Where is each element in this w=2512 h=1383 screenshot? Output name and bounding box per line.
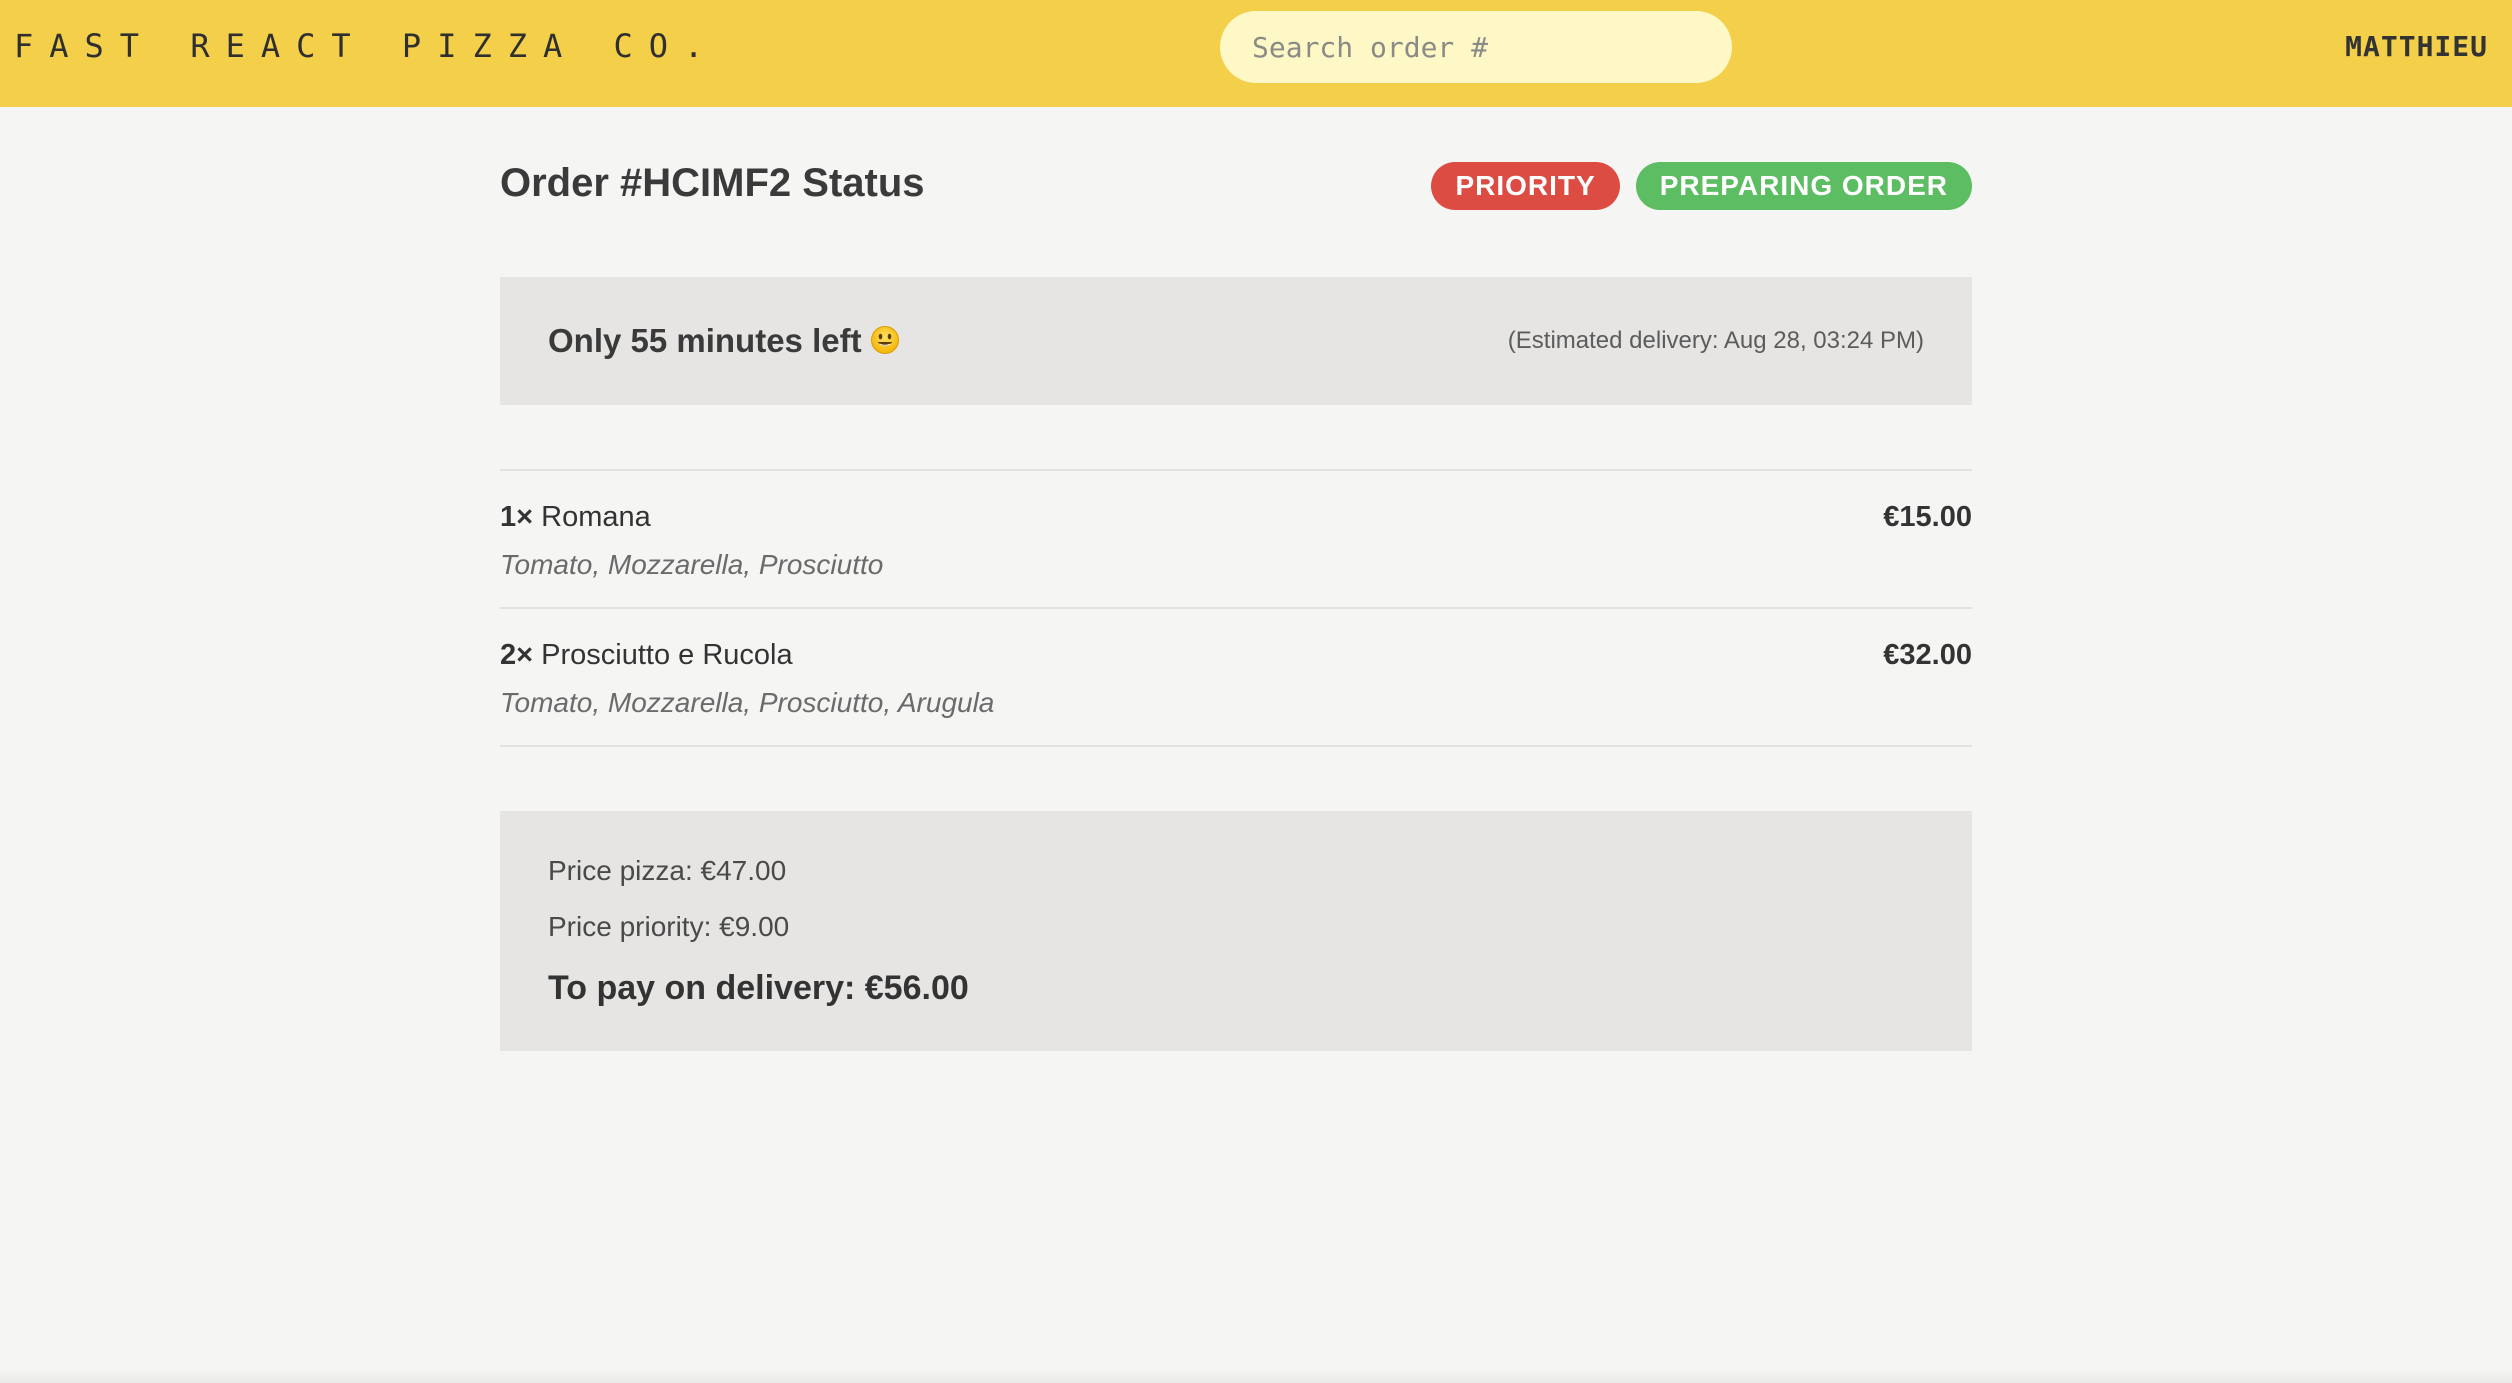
time-left-label: Only 55 minutes left — [548, 322, 862, 359]
order-title-row: Order #HCIMF2 Status PRIORITY PREPARING … — [500, 107, 1972, 277]
list-item: 1× Romana €15.00 Tomato, Mozzarella, Pro… — [500, 471, 1972, 609]
item-quantity: 1× — [500, 501, 534, 533]
smiley-face-icon — [870, 326, 899, 354]
search-order-input[interactable] — [1220, 11, 1732, 83]
username: MATTHIEU — [2345, 30, 2488, 63]
order-badges: PRIORITY PREPARING ORDER — [1431, 162, 1972, 210]
order-page: Order #HCIMF2 Status PRIORITY PREPARING … — [500, 107, 1972, 1051]
item-title: 1× Romana — [500, 499, 651, 535]
item-ingredients: Tomato, Mozzarella, Prosciutto, Arugula — [500, 687, 995, 718]
status-badge: PREPARING ORDER — [1635, 162, 1972, 210]
price-pizza-text: Price pizza: €47.00 — [548, 855, 787, 886]
item-name: Romana — [541, 501, 651, 533]
estimated-delivery-text: (Estimated delivery: Aug 28, 03:24 PM) — [1507, 327, 1924, 354]
order-totals-panel: Price pizza: €47.00 Price priority: €9.0… — [500, 811, 1972, 1051]
delivery-eta-panel: Only 55 minutes left (Estimated delivery… — [500, 277, 1972, 405]
priority-badge: PRIORITY — [1431, 162, 1620, 210]
to-pay-text: To pay on delivery: €56.00 — [548, 969, 969, 1007]
logo-link[interactable]: FAST REACT PIZZA CO. — [14, 28, 719, 64]
list-item: 2× Prosciutto e Rucola €32.00 Tomato, Mo… — [500, 609, 1972, 747]
item-price: €32.00 — [1883, 639, 1972, 671]
item-ingredients: Tomato, Mozzarella, Prosciutto — [500, 549, 884, 580]
item-name: Prosciutto e Rucola — [541, 639, 793, 671]
item-quantity: 2× — [500, 639, 534, 671]
app-header: FAST REACT PIZZA CO. MATTHIEU — [0, 0, 2512, 107]
order-items-list: 1× Romana €15.00 Tomato, Mozzarella, Pro… — [500, 469, 1972, 747]
item-price: €15.00 — [1883, 501, 1972, 533]
price-priority-text: Price priority: €9.00 — [548, 911, 790, 942]
page-title: Order #HCIMF2 Status — [500, 161, 925, 205]
bottom-shadow — [0, 1369, 2512, 1383]
item-title: 2× Prosciutto e Rucola — [500, 637, 793, 673]
time-left-text: Only 55 minutes left — [548, 321, 900, 361]
